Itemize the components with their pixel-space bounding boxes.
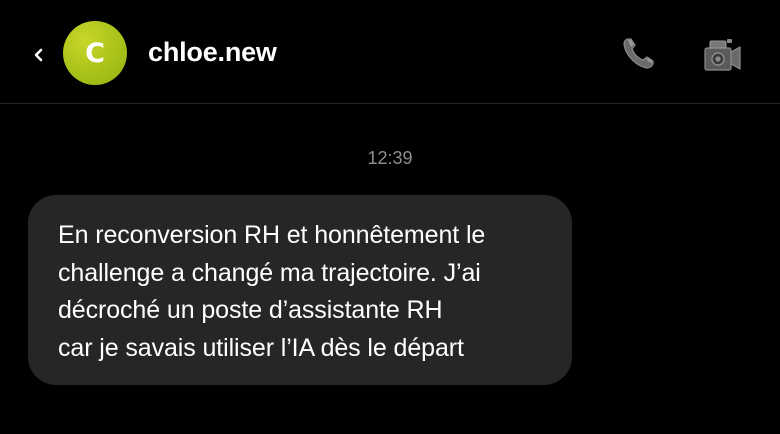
call-button[interactable] bbox=[619, 33, 659, 73]
video-call-button[interactable] bbox=[700, 35, 744, 75]
back-button[interactable] bbox=[28, 40, 48, 70]
avatar[interactable]: C bbox=[63, 21, 127, 85]
chevron-left-icon bbox=[34, 48, 43, 62]
avatar-letter: C bbox=[85, 37, 105, 69]
username[interactable]: chloe.new bbox=[148, 37, 277, 68]
phone-icon bbox=[623, 38, 654, 69]
message-bubble[interactable]: En reconversion RH et honnêtement le cha… bbox=[28, 195, 572, 385]
chat-header: C chloe.new bbox=[0, 0, 780, 104]
video-camera-icon bbox=[704, 39, 741, 71]
message-timestamp: 12:39 bbox=[367, 148, 413, 168]
message-text: En reconversion RH et honnêtement le cha… bbox=[58, 221, 486, 362]
